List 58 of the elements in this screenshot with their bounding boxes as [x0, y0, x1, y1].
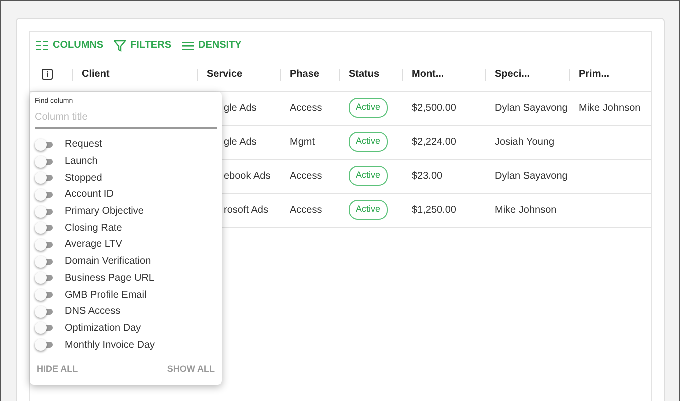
toggle-label: Optimization Day [65, 322, 142, 336]
toggle-switch[interactable] [35, 138, 55, 151]
toggle-switch[interactable] [35, 339, 55, 352]
toggle-switch[interactable] [35, 156, 55, 168]
table-cell: Dylan Sayavong [495, 170, 568, 182]
table-cell: $1,250.00 [412, 204, 456, 216]
status-tag: Active [349, 98, 388, 118]
toggle-switch[interactable] [35, 206, 55, 218]
status-tag: Active [349, 166, 388, 186]
column-header[interactable]: Status [349, 69, 380, 80]
toggle-switch[interactable] [35, 322, 55, 334]
toggle-switch[interactable] [35, 256, 55, 268]
filter-icon [114, 40, 126, 52]
toggle-label: Average LTV [65, 238, 122, 252]
toggle-switch[interactable] [35, 238, 55, 251]
column-header[interactable]: Client [82, 69, 110, 80]
table-cell: $23.00 [412, 170, 443, 182]
status-tag: Active [349, 132, 388, 152]
toggle-switch[interactable] [35, 222, 55, 234]
table-cell: Mike Johnson [579, 102, 641, 114]
table-cell: gle Ads [224, 136, 257, 148]
toggle-label: Request [65, 138, 102, 152]
table-cell: Mike Johnson [495, 204, 557, 216]
table-cell: $2,224.00 [412, 136, 456, 148]
table-cell: Dylan Sayavong [495, 102, 568, 114]
toggle-switch[interactable] [35, 172, 55, 184]
toggle-label: DNS Access [65, 305, 121, 320]
toggle-switch[interactable] [35, 306, 55, 318]
toggle-label: Account ID [65, 188, 114, 202]
status-tag: Active [349, 200, 388, 220]
toggle-label: Launch [65, 155, 98, 170]
columns-icon [36, 40, 48, 52]
table-cell: ebook Ads [224, 170, 271, 182]
toggle-label: Stopped [65, 172, 102, 186]
toggle-label: GMB Profile Email [65, 288, 147, 303]
column-header[interactable]: Mont... [412, 69, 444, 80]
column-header[interactable]: Phase [290, 69, 320, 80]
toggle-label: Monthly Invoice Day [65, 338, 156, 353]
column-header[interactable]: Prim... [579, 69, 610, 80]
toggle-label: Primary Objective [65, 205, 144, 220]
info-icon[interactable] [42, 69, 53, 80]
table-cell: Josiah Young [495, 136, 555, 148]
table-cell: gle Ads [224, 102, 257, 114]
table-cell: Mgmt [290, 136, 315, 148]
table-cell: Access [290, 170, 322, 182]
table-cell: Access [290, 204, 322, 216]
table-cell: Access [290, 102, 322, 114]
toggle-switch[interactable] [35, 188, 55, 201]
toggle-switch[interactable] [35, 272, 55, 284]
toggle-switch[interactable] [35, 289, 55, 302]
menu-icon [182, 40, 194, 52]
table-cell: rosoft Ads [224, 204, 268, 216]
toggle-label: Business Page URL [65, 272, 154, 286]
column-header[interactable]: Speci... [495, 69, 530, 80]
table-cell: $2,500.00 [412, 102, 456, 114]
toggle-label: Domain Verification [65, 255, 152, 270]
toggle-label: Closing Rate [65, 222, 122, 236]
column-header[interactable]: Service [207, 69, 243, 80]
